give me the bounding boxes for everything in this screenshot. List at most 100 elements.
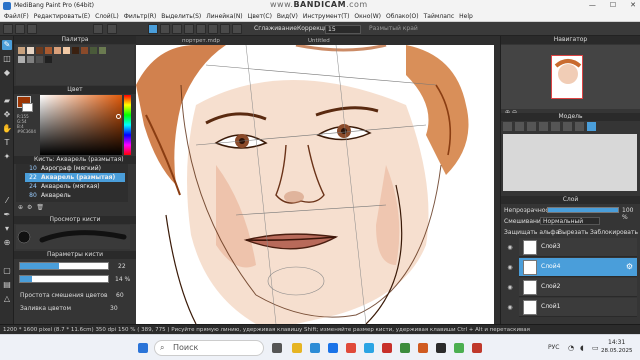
palette-swatch[interactable]	[81, 47, 88, 54]
layer-row[interactable]: Слой2	[519, 278, 637, 297]
fill-icon[interactable]: ▰	[2, 96, 12, 106]
chrome-icon[interactable]	[454, 343, 464, 353]
menu-file[interactable]: Файл(F)	[3, 13, 30, 20]
layer-eye-icon[interactable]: ◉	[506, 264, 514, 272]
language-indicator[interactable]: РУС	[548, 344, 559, 351]
wifi-icon[interactable]: ◔	[568, 344, 574, 352]
tab-portrait[interactable]: портрет.mdp	[176, 37, 226, 45]
model-tool-icon[interactable]	[575, 122, 584, 131]
brush-item[interactable]: 10 Аэрограф (мягкий)	[25, 164, 125, 173]
brush-item-selected[interactable]: 22 Акварель (размытая)	[25, 173, 125, 182]
new-file-icon[interactable]	[3, 24, 13, 34]
drawing-canvas[interactable]	[136, 45, 494, 324]
palette-swatch[interactable]	[45, 56, 52, 63]
eraser-icon[interactable]: ◫	[2, 54, 12, 64]
menu-timelapse[interactable]: Таймлапс	[423, 13, 456, 20]
smoothing-checkbox-label[interactable]: Сглаживание	[254, 25, 297, 32]
palette-swatch[interactable]	[36, 56, 43, 63]
medibang-icon[interactable]	[436, 343, 446, 353]
brush-item[interactable]: 24 Акварель (мягкая)	[25, 182, 125, 191]
clock-date[interactable]: 28.05.2025	[601, 348, 633, 354]
redo-icon[interactable]	[107, 24, 117, 34]
shape-icon[interactable]: △	[2, 294, 12, 304]
sub-color-swatch[interactable]	[22, 103, 33, 112]
lasso-icon[interactable]	[160, 24, 170, 34]
gradient-icon[interactable]: ▤	[2, 280, 12, 290]
layer-eye-icon[interactable]: ◉	[506, 244, 514, 252]
search-box[interactable]: Поиск	[154, 340, 264, 356]
blend-mode-select[interactable]: Нормальный	[540, 217, 600, 225]
palette-swatch[interactable]	[99, 47, 106, 54]
symmetry-icon[interactable]	[208, 24, 218, 34]
menu-tool[interactable]: Инструмент(T)	[302, 13, 351, 20]
model-tool-icon[interactable]	[551, 122, 560, 131]
palette-swatch[interactable]	[27, 47, 34, 54]
bucket-icon[interactable]: ▾	[2, 224, 12, 234]
palette-swatch[interactable]	[18, 47, 25, 54]
zoom-icon[interactable]: ⊕	[2, 238, 12, 248]
curve-icon[interactable]	[232, 24, 242, 34]
brush-item[interactable]: 80 Акварель	[25, 191, 125, 200]
lock-checkbox[interactable]: Заблокировать	[590, 229, 638, 236]
menu-cloud[interactable]: Облако(O)	[385, 13, 420, 20]
opacity-slider[interactable]	[19, 275, 109, 283]
move-icon[interactable]: ✥	[2, 110, 12, 120]
protect-alpha-checkbox[interactable]: Защищать альфа	[504, 229, 559, 236]
wand-icon[interactable]: ✦	[2, 152, 12, 162]
grid-icon[interactable]	[172, 24, 182, 34]
hue-slider[interactable]	[124, 95, 131, 155]
model-hand-icon[interactable]	[587, 122, 596, 131]
app-icon[interactable]	[400, 343, 410, 353]
select-tool-icon[interactable]	[148, 24, 158, 34]
palette-swatch[interactable]	[45, 47, 52, 54]
ruler-icon[interactable]	[184, 24, 194, 34]
file-explorer-icon[interactable]	[292, 343, 302, 353]
dot-tool-icon[interactable]: ◆	[2, 68, 12, 78]
model-tool-icon[interactable]	[527, 122, 536, 131]
menu-edit[interactable]: Редактировать(E)	[33, 13, 91, 20]
select-rect-icon[interactable]: ▢	[2, 266, 12, 276]
layer-opacity-slider[interactable]	[547, 207, 619, 213]
menu-window[interactable]: Окно(W)	[353, 13, 382, 20]
palette-swatch[interactable]	[72, 47, 79, 54]
browser-icon[interactable]	[310, 343, 320, 353]
snap-icon[interactable]	[196, 24, 206, 34]
correction-value[interactable]: 15	[325, 25, 361, 34]
palette-swatch[interactable]	[18, 56, 25, 63]
app-icon[interactable]	[418, 343, 428, 353]
telegram-icon[interactable]	[364, 343, 374, 353]
layer-row[interactable]: Слой1	[519, 298, 637, 317]
bandicam-icon[interactable]	[472, 343, 482, 353]
brush-delete-icon[interactable]: 🗑	[36, 204, 44, 213]
brush-tool-icon[interactable]: ✎	[2, 40, 12, 50]
palette-swatch[interactable]	[36, 47, 43, 54]
maximize-button[interactable]: ☐	[610, 0, 616, 11]
fill-label[interactable]: Заливка цветом	[20, 305, 71, 312]
volume-icon[interactable]: ◖	[580, 344, 584, 352]
save-icon[interactable]	[27, 24, 37, 34]
clock-time[interactable]: 14:31	[608, 339, 625, 346]
eyedropper-icon[interactable]: ⁄	[2, 196, 12, 206]
layer-eye-icon[interactable]: ◉	[506, 284, 514, 292]
task-view-icon[interactable]	[272, 343, 282, 353]
layer-settings-icon[interactable]: ⚙	[626, 262, 633, 271]
brush-settings-icon[interactable]: ⚙	[27, 204, 32, 213]
menu-select[interactable]: Выделить(S)	[160, 13, 202, 20]
undo-icon[interactable]	[93, 24, 103, 34]
model-tool-icon[interactable]	[515, 122, 524, 131]
edge-icon[interactable]	[328, 343, 338, 353]
text-icon[interactable]: T	[2, 138, 12, 148]
mix-label[interactable]: Простота смешения цветов	[20, 292, 108, 299]
menu-ruler[interactable]: Линейка(N)	[205, 13, 243, 20]
layer-eye-icon[interactable]: ◉	[506, 304, 514, 312]
hand-icon[interactable]: ✋	[2, 124, 12, 134]
app-icon[interactable]	[382, 343, 392, 353]
menu-layer[interactable]: Слой(L)	[94, 13, 120, 20]
open-file-icon[interactable]	[15, 24, 25, 34]
minimize-button[interactable]: —	[589, 0, 596, 11]
pen-icon[interactable]: ✒	[2, 210, 12, 220]
model-view[interactable]	[503, 134, 637, 191]
model-tool-icon[interactable]	[503, 122, 512, 131]
brush-add-icon[interactable]: ⊕	[18, 204, 23, 213]
battery-icon[interactable]: ▭	[592, 344, 599, 352]
